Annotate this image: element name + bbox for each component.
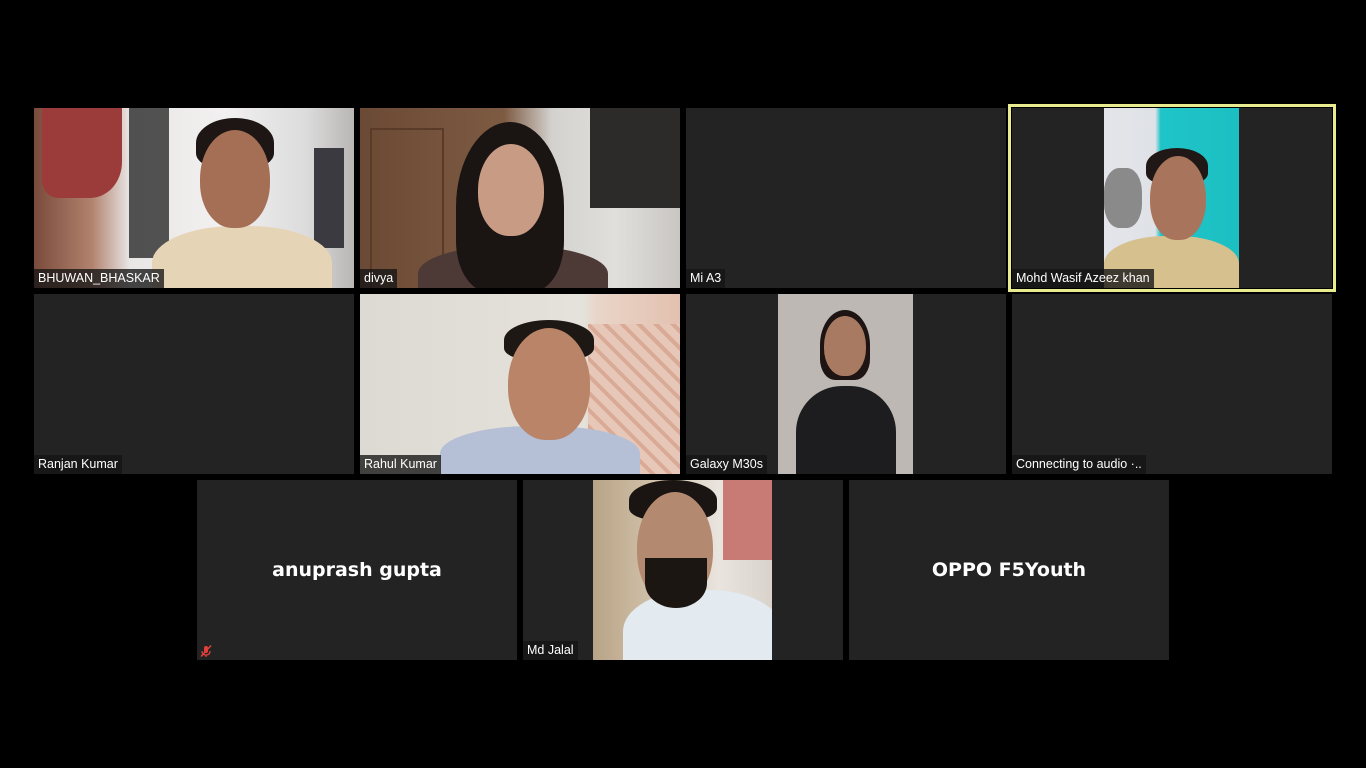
participant-tile-galaxy-m30s[interactable]: Galaxy M30s [686,294,1006,474]
participant-tile-mohd-wasif-azeez-khan[interactable]: Mohd Wasif Azeez khan [1008,104,1336,292]
participant-name: Galaxy M30s [686,455,767,474]
microphone-muted-icon [200,644,212,658]
participant-name: BHUWAN_BHASKAR [34,269,164,288]
participant-tile-bhuwan-bhaskar[interactable]: BHUWAN_BHASKAR [34,108,354,288]
participant-tile-md-jalal[interactable]: Md Jalal [523,480,843,660]
participant-name-placeholder: anuprash gupta [272,559,442,581]
participant-tile-mi-a3[interactable]: Mi A3 [686,108,1006,288]
participant-name: Mi A3 [686,269,726,288]
participant-video [360,294,680,474]
participant-name-placeholder: OPPO F5Youth [931,559,1087,581]
participant-video [778,294,913,474]
participant-video [593,480,772,660]
participant-video [1104,108,1239,288]
participant-name: divya [360,269,398,288]
participant-tile-anuprash-gupta[interactable]: anuprash gupta [197,480,517,660]
participant-tile-ranjan-kumar[interactable]: Ranjan Kumar [34,294,354,474]
participant-video [34,108,354,288]
participant-name: Mohd Wasif Azeez khan [1012,269,1154,288]
participant-name: Connecting to audio ·.. [1012,455,1146,474]
participant-name: Rahul Kumar [360,455,441,474]
participant-tile-divya[interactable]: divya [360,108,680,288]
participant-name: Ranjan Kumar [34,455,122,474]
participant-tile-rahul-kumar[interactable]: Rahul Kumar [360,294,680,474]
participant-tile-oppo-f5youth[interactable]: OPPO F5Youth [849,480,1169,660]
participant-name: Md Jalal [523,641,578,660]
participant-tile-connecting-to-audio[interactable]: Connecting to audio ·.. [1012,294,1332,474]
participant-video [360,108,680,288]
